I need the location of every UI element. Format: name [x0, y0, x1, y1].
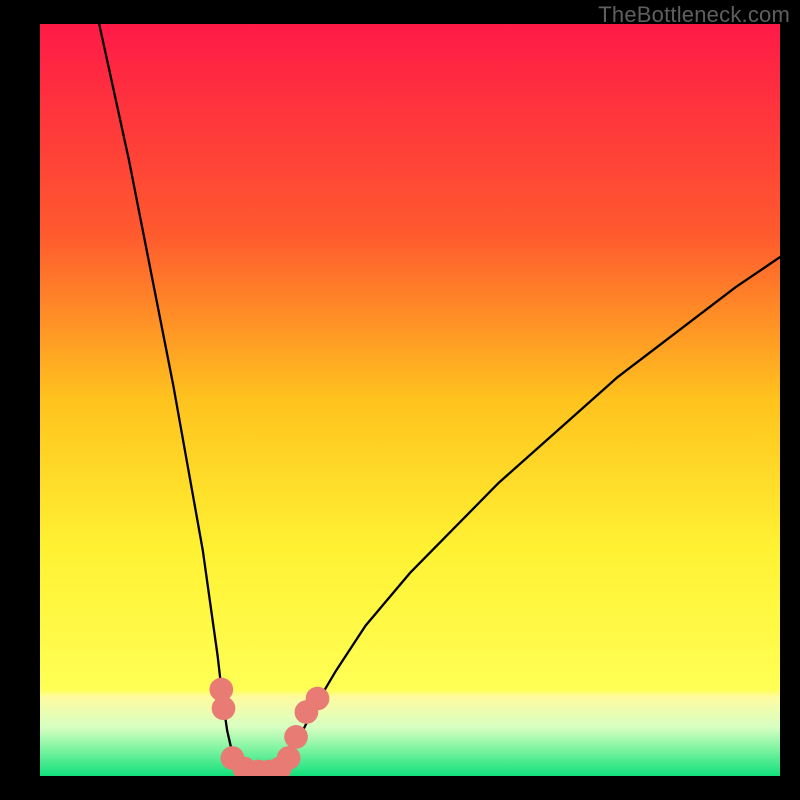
marker-1 — [212, 696, 236, 720]
plot-area — [40, 24, 780, 776]
marker-10 — [306, 687, 330, 711]
marker-7 — [277, 746, 301, 770]
gradient-background — [40, 24, 780, 776]
chart-frame: TheBottleneck.com — [0, 0, 800, 800]
chart-svg — [40, 24, 780, 776]
marker-8 — [284, 725, 308, 749]
